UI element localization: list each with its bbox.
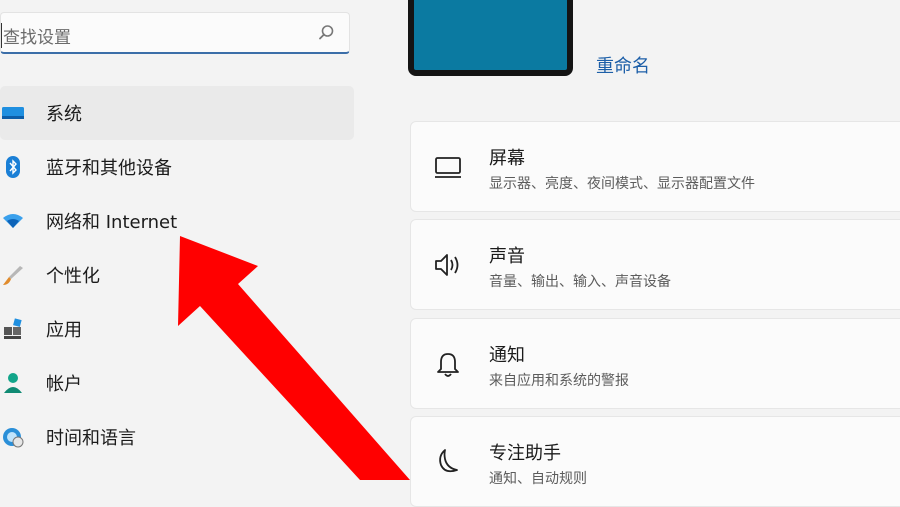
card-title: 屏幕 bbox=[489, 148, 525, 169]
search-icon[interactable] bbox=[317, 24, 335, 42]
sidebar-item-accounts[interactable]: 帐户 bbox=[0, 356, 354, 410]
speaker-icon bbox=[435, 254, 459, 276]
sidebar-item-label: 应用 bbox=[46, 320, 82, 341]
device-thumbnail bbox=[408, 0, 573, 76]
sidebar-item-label: 蓝牙和其他设备 bbox=[46, 158, 172, 179]
settings-card-focus-assist[interactable]: 专注助手 通知、自动规则 bbox=[410, 416, 900, 507]
sidebar-item-bluetooth[interactable]: 蓝牙和其他设备 bbox=[0, 140, 354, 194]
card-title: 声音 bbox=[489, 246, 525, 267]
sidebar-item-personalization[interactable]: 个性化 bbox=[0, 248, 354, 302]
bell-icon bbox=[437, 353, 459, 377]
settings-card-display[interactable]: 屏幕 显示器、亮度、夜间模式、显示器配置文件 bbox=[410, 121, 900, 212]
sidebar-item-label: 帐户 bbox=[46, 374, 82, 395]
moon-icon bbox=[439, 449, 458, 473]
sidebar-item-label: 时间和语言 bbox=[46, 428, 136, 449]
wifi-icon bbox=[2, 210, 24, 232]
sidebar-item-label: 网络和 Internet bbox=[46, 212, 178, 233]
sidebar-item-network[interactable]: 网络和 Internet bbox=[0, 194, 354, 248]
search-input[interactable]: 查找设置 bbox=[1, 23, 71, 48]
card-subtitle: 音量、输出、输入、声音设备 bbox=[489, 274, 671, 290]
sidebar-nav: 系统 蓝牙和其他设备 网络和 Internet 个性化 应用 帐户 时间和语言 bbox=[0, 86, 354, 464]
search-box[interactable]: 查找设置 bbox=[0, 12, 350, 54]
sidebar-item-time-language[interactable]: 时间和语言 bbox=[0, 410, 354, 464]
sidebar-item-apps[interactable]: 应用 bbox=[0, 302, 354, 356]
brush-icon bbox=[2, 264, 24, 286]
sidebar-item-label: 个性化 bbox=[46, 266, 100, 287]
card-title: 通知 bbox=[489, 345, 525, 366]
display-icon bbox=[435, 157, 461, 178]
settings-card-notifications[interactable]: 通知 来自应用和系统的警报 bbox=[410, 318, 900, 409]
card-subtitle: 显示器、亮度、夜间模式、显示器配置文件 bbox=[489, 176, 755, 192]
rename-link[interactable]: 重命名 bbox=[596, 52, 650, 78]
sidebar-item-system[interactable]: 系统 bbox=[0, 86, 354, 140]
person-icon bbox=[2, 372, 24, 394]
sidebar-item-label: 系统 bbox=[46, 104, 82, 125]
settings-card-sound[interactable]: 声音 音量、输出、输入、声音设备 bbox=[410, 219, 900, 310]
card-subtitle: 来自应用和系统的警报 bbox=[489, 373, 629, 389]
card-title: 专注助手 bbox=[489, 443, 561, 464]
bluetooth-icon bbox=[2, 156, 24, 178]
monitor-icon bbox=[2, 102, 24, 124]
apps-icon bbox=[2, 318, 24, 340]
card-subtitle: 通知、自动规则 bbox=[489, 471, 587, 487]
globe-clock-icon bbox=[2, 426, 24, 448]
